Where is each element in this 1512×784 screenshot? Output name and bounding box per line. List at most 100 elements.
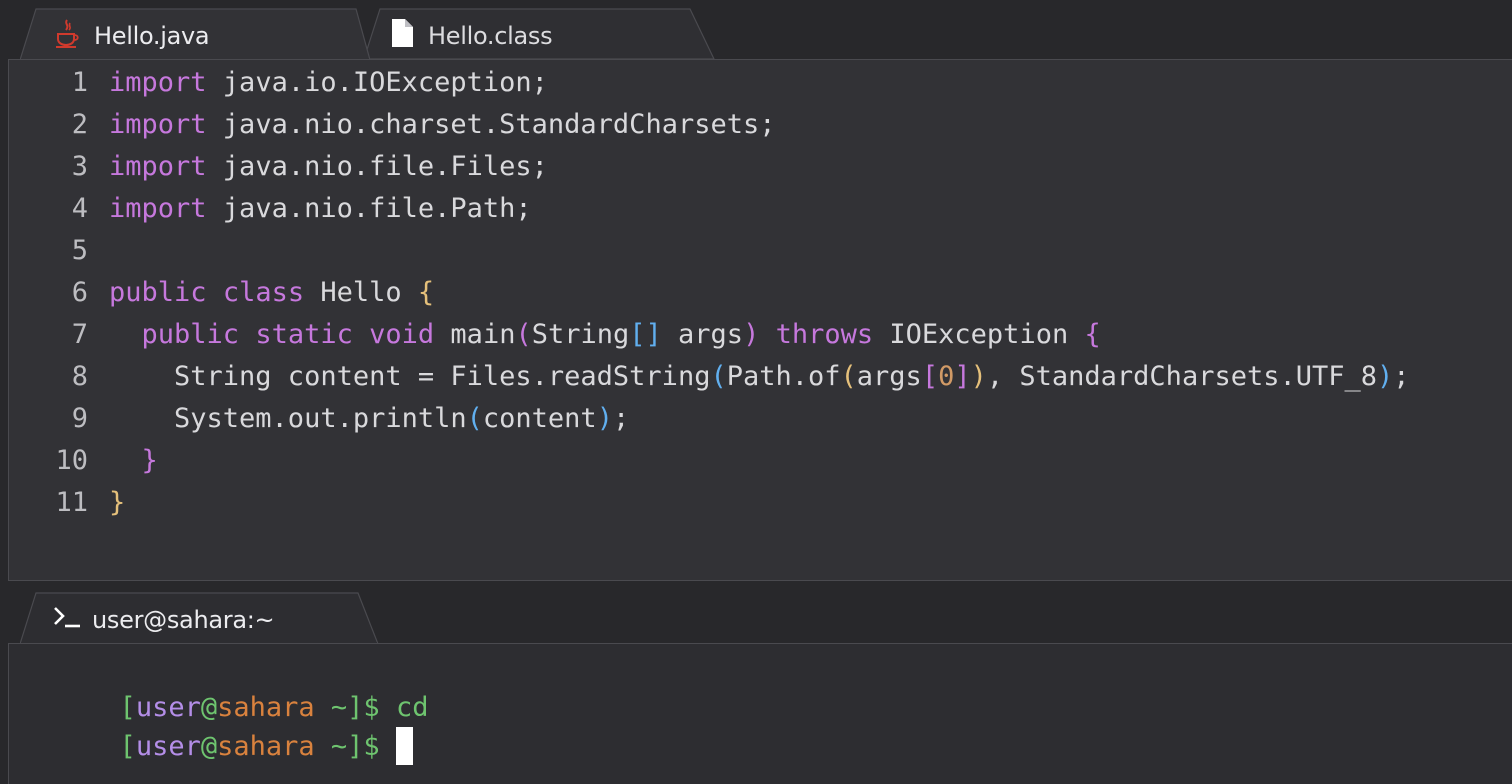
- line-code: }: [109, 440, 158, 482]
- code-token: String content = Files.readString: [109, 361, 711, 392]
- terminal-line: [user@sahara ~]$ cd: [22, 648, 429, 723]
- code-token: }: [109, 487, 126, 518]
- tab-label: Hello.class: [428, 21, 553, 50]
- code-token: (: [840, 361, 857, 392]
- line-code: System.out.println(content);: [109, 398, 629, 440]
- tab-content: Hello.java: [20, 8, 372, 59]
- code-token: ): [596, 403, 613, 434]
- tab-terminal[interactable]: user@sahara:~: [20, 592, 382, 644]
- line-number: 4: [71, 193, 88, 224]
- ide-window: Hello.class Hello.java 1 import java.io.…: [0, 0, 1512, 784]
- code-token: ): [970, 361, 987, 392]
- line-code: public static void main(String[] args) t…: [109, 314, 1101, 356]
- code-line: 1 import java.io.IOException;: [9, 62, 1512, 104]
- prompt-host: sahara: [217, 731, 315, 762]
- code-token: java.io.IOException;: [206, 67, 548, 98]
- line-code: import java.io.IOException;: [109, 62, 548, 104]
- line-code: String content = Files.readString(Path.o…: [109, 356, 1410, 398]
- tab-content: user@sahara:~: [20, 592, 382, 643]
- line-number: 3: [71, 151, 88, 182]
- code-token: class: [222, 277, 305, 308]
- line-number: 5: [71, 235, 88, 266]
- prompt-at: @: [200, 731, 218, 762]
- code-lines: 1 import java.io.IOException; 2 import java…: [9, 62, 1512, 524]
- code-token: String: [531, 319, 630, 350]
- terminal-cursor: [395, 727, 413, 765]
- code-token: {: [417, 277, 435, 308]
- terminal-panel[interactable]: [user@sahara ~]$ cd [user@sahara ~]$: [8, 643, 1512, 784]
- code-token: IOException: [873, 319, 1085, 350]
- java-icon: [54, 18, 80, 53]
- code-editor[interactable]: 1 import java.io.IOException; 2 import java…: [8, 59, 1512, 581]
- code-token: import: [109, 193, 207, 224]
- code-token: public: [109, 277, 207, 308]
- code-token: static: [255, 319, 353, 350]
- code-token: import: [109, 109, 207, 140]
- code-line: 7 public static void main(String[] args)…: [9, 314, 1512, 356]
- terminal-line: [user@sahara ~]$: [22, 687, 413, 765]
- code-line: 10 }: [9, 440, 1512, 482]
- code-token: java.nio.file.Files;: [206, 151, 548, 182]
- tab-hello-java[interactable]: Hello.java: [20, 8, 372, 60]
- code-line: 5: [9, 230, 1512, 272]
- code-line: 6 public class Hello {: [9, 272, 1512, 314]
- code-token: (: [466, 403, 483, 434]
- line-number: 10: [55, 445, 88, 476]
- code-token: 0: [938, 361, 955, 392]
- code-token: args: [661, 319, 744, 350]
- terminal-tab-bar: user@sahara:~: [0, 582, 1512, 644]
- code-token: System.out.println: [109, 403, 467, 434]
- prompt-path: ~: [314, 731, 348, 762]
- line-code: import java.nio.file.Files;: [109, 146, 548, 188]
- code-line: 8 String content = Files.readString(Path…: [9, 356, 1512, 398]
- code-line: 4 import java.nio.file.Path;: [9, 188, 1512, 230]
- line-code: }: [109, 482, 125, 524]
- prompt-user: user: [135, 731, 201, 762]
- line-number: 2: [71, 109, 88, 140]
- code-token: []: [629, 319, 662, 350]
- code-token: ): [743, 319, 760, 350]
- code-line: 9 System.out.println(content);: [9, 398, 1512, 440]
- code-token: Hello: [304, 277, 418, 308]
- code-token: ): [1377, 361, 1394, 392]
- file-icon: [390, 18, 414, 53]
- editor-tab-bar: Hello.class Hello.java: [0, 0, 1512, 60]
- code-token: ;: [612, 403, 630, 434]
- code-token: public: [141, 319, 240, 350]
- code-token: (: [710, 361, 727, 392]
- line-number: 6: [71, 277, 88, 308]
- code-token: main: [434, 319, 516, 350]
- line-number: 8: [71, 361, 88, 392]
- tab-content: Hello.class: [364, 8, 716, 59]
- terminal-icon: [52, 605, 82, 634]
- code-token: void: [369, 319, 435, 350]
- code-line: 2 import java.nio.charset.StandardCharset…: [9, 104, 1512, 146]
- code-token: }: [141, 445, 158, 476]
- tab-label: Hello.java: [94, 21, 210, 50]
- line-code: import java.nio.charset.StandardCharsets…: [109, 104, 776, 146]
- code-token: (: [515, 319, 532, 350]
- code-token: java.nio.charset.StandardCharsets;: [206, 109, 776, 140]
- tab-label: user@sahara:~: [92, 605, 275, 634]
- code-token: [: [921, 361, 939, 392]
- code-token: ;: [1393, 361, 1410, 392]
- code-token: content: [482, 403, 597, 434]
- code-token: {: [1084, 319, 1101, 350]
- line-number: 11: [55, 487, 88, 518]
- code-line: 11}: [9, 482, 1512, 524]
- prompt-open: [: [119, 731, 136, 762]
- code-token: , StandardCharsets.UTF_8: [986, 361, 1378, 392]
- code-token: throws: [775, 319, 874, 350]
- code-line: 3 import java.nio.file.Files;: [9, 146, 1512, 188]
- line-number: 7: [71, 319, 88, 350]
- line-number: 1: [71, 67, 88, 98]
- code-token: Path.of: [726, 361, 841, 392]
- tab-hello-class[interactable]: Hello.class: [364, 8, 716, 59]
- line-code: import java.nio.file.Path;: [109, 188, 532, 230]
- code-token: import: [109, 151, 207, 182]
